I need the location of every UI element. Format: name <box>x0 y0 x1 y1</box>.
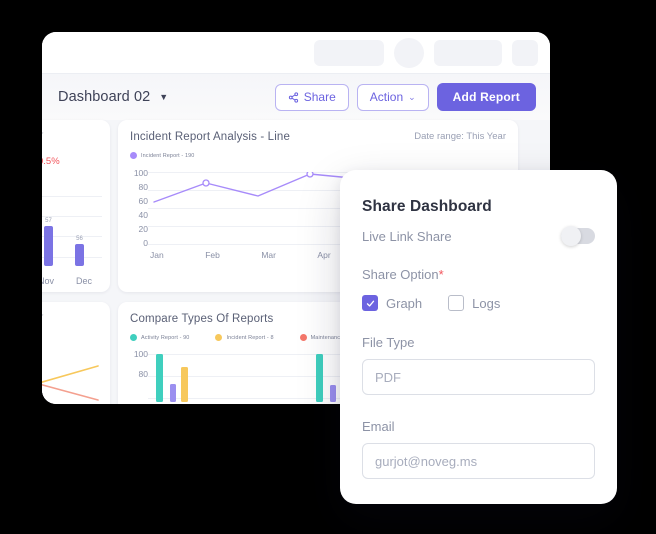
chrome-placeholder-square <box>512 39 538 66</box>
dashboard-title: Dashboard 02 <box>58 89 151 105</box>
share-option-group: Share Option* Graph Logs <box>362 266 595 311</box>
y-tick: 60 <box>138 196 148 206</box>
chevron-down-icon: ▼ <box>159 92 169 102</box>
share-option-label: Share Option <box>362 267 439 282</box>
action-dropdown-label: Action <box>369 90 404 104</box>
file-type-label: File Type <box>362 335 415 350</box>
y-tick: 100 <box>133 168 148 178</box>
screenshot-stage: Dashboard 02 ▼ Share Action ⌄ Add Report <box>0 0 656 534</box>
kpi-bar-item: 56 <box>75 236 84 266</box>
kpi-delta: 20.5% <box>42 156 60 167</box>
legend-item: Maintenance <box>299 334 344 341</box>
kpi-bar-item: 57 <box>44 218 53 266</box>
trend-card-lines <box>42 365 99 401</box>
y-tick: 0 <box>143 238 148 248</box>
legend-label: Incident Report - 190 <box>141 152 195 159</box>
email-label: Email <box>362 419 395 434</box>
kpi-axis-tick: Dec <box>75 276 92 286</box>
trend-card-subtitle: ange This Year <box>42 302 110 321</box>
y-tick: 80 <box>138 369 148 379</box>
live-link-share-label: Live Link Share <box>362 228 452 244</box>
kpi-bar-shape <box>44 226 53 266</box>
action-dropdown[interactable]: Action ⌄ <box>356 83 429 111</box>
kpi-value-row: 90 20.5% <box>42 139 110 171</box>
y-tick: 100 <box>133 349 148 359</box>
toggle-knob <box>561 226 581 246</box>
x-tick: Feb <box>205 250 220 260</box>
y-tick: 40 <box>138 210 148 220</box>
x-tick: Mar <box>261 250 276 260</box>
live-link-share-row: Live Link Share <box>362 226 595 246</box>
dashboard-toolbar: Dashboard 02 ▼ Share Action ⌄ Add Report <box>42 73 550 120</box>
legend-swatch-icon <box>130 334 137 341</box>
add-report-button[interactable]: Add Report <box>436 83 536 111</box>
share-button[interactable]: Share <box>274 83 349 111</box>
line-chart-date-range: Date range: This Year <box>414 131 506 142</box>
chrome-placeholder-rect-2 <box>434 39 502 66</box>
legend-label: Activity Report - 90 <box>141 334 190 341</box>
legend-swatch-icon <box>299 334 307 341</box>
file-type-group: File Type PDF <box>362 335 595 395</box>
option-logs[interactable]: Logs <box>448 295 500 311</box>
chevron-down-icon: ⌄ <box>408 91 416 102</box>
y-tick: 20 <box>138 224 148 234</box>
legend-label: Incident Report - 8 <box>226 334 274 341</box>
kpi-x-axis: Nov Dec <box>42 276 92 286</box>
live-link-share-toggle[interactable] <box>561 226 595 246</box>
logs-option-label: Logs <box>472 295 501 311</box>
y-tick: 80 <box>138 182 148 192</box>
line-chart-y-axis: 100 80 60 40 20 0 <box>126 168 148 248</box>
graph-checkbox[interactable] <box>362 295 378 311</box>
legend-label: Maintenance <box>310 334 344 341</box>
share-button-label: Share <box>303 90 336 104</box>
trend-card-legend: tion - 90 <box>42 321 110 335</box>
trend-card[interactable]: ange This Year tion - 90 <box>42 302 110 404</box>
add-report-label: Add Report <box>452 90 520 104</box>
kpi-bar-value: 57 <box>45 218 52 224</box>
share-dashboard-panel: Share Dashboard Live Link Share Share Op… <box>340 170 617 504</box>
logs-checkbox[interactable] <box>448 295 465 311</box>
share-option-choices: Graph Logs <box>362 295 595 311</box>
bar-chart-y-axis: 100 80 <box>126 349 148 379</box>
required-asterisk: * <box>438 267 444 282</box>
email-value: gurjot@noveg.ms <box>375 453 478 469</box>
chrome-avatar-placeholder <box>394 37 424 68</box>
file-type-value: PDF <box>375 369 401 385</box>
email-input[interactable]: gurjot@noveg.ms <box>362 443 595 479</box>
kpi-axis-tick: Nov <box>42 276 54 286</box>
kpi-bar-shape <box>75 244 84 266</box>
file-type-input[interactable]: PDF <box>362 359 595 395</box>
kpi-delta-value: 20.5% <box>42 155 60 167</box>
kpi-bar-value: 56 <box>76 236 83 242</box>
dashboard-selector[interactable]: Dashboard 02 ▼ <box>58 88 168 106</box>
graph-option-label: Graph <box>386 295 423 311</box>
x-tick: Jan <box>150 250 164 260</box>
panel-title: Share Dashboard <box>362 198 492 215</box>
email-group: Email gurjot@noveg.ms <box>362 419 595 479</box>
legend-item: Incident Report - 190 <box>130 152 194 159</box>
kpi-card[interactable]: ange This Year 90 20.5% 57 <box>42 120 110 292</box>
kpi-subtitle: ange This Year <box>42 120 110 139</box>
share-icon <box>288 91 298 103</box>
chrome-placeholder-rect <box>314 39 384 66</box>
kpi-bars: 57 56 <box>42 218 110 266</box>
window-chrome <box>42 32 550 73</box>
check-icon <box>366 300 374 307</box>
legend-item: Incident Report - 8 <box>215 334 274 341</box>
legend-swatch-icon <box>215 334 223 341</box>
legend-swatch-icon <box>130 152 137 159</box>
line-chart-legend: Incident Report - 190 <box>118 143 518 159</box>
x-tick: Apr <box>317 250 331 260</box>
option-graph[interactable]: Graph <box>362 295 422 311</box>
legend-item: Activity Report - 90 <box>130 334 189 341</box>
